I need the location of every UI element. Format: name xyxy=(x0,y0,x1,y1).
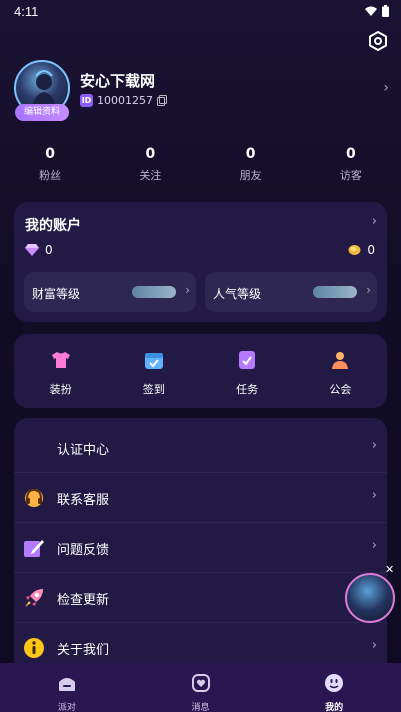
menu-label: 联系客服 xyxy=(57,493,110,508)
quick-label: 公会 xyxy=(329,383,352,396)
stat-value: 0 xyxy=(145,146,156,162)
chevron-right-icon[interactable]: › xyxy=(383,80,389,96)
info-icon xyxy=(24,638,44,658)
quick-label: 装扮 xyxy=(49,383,72,396)
popularity-level-label: 人气等级 xyxy=(213,287,262,301)
quick-item-dressup[interactable]: 装扮 xyxy=(14,334,107,408)
menu-item-feedback[interactable]: 问题反馈 › xyxy=(14,523,387,573)
stat-friends[interactable]: 0 朋友 xyxy=(201,146,301,183)
menu-list: 认证中心 › 联系客服 › 问题反馈 › 检查更新 › xyxy=(14,418,387,678)
menu-label: 问题反馈 xyxy=(57,543,110,558)
copy-icon[interactable] xyxy=(157,95,167,106)
wifi-icon xyxy=(365,6,377,16)
wealth-level-label: 财富等级 xyxy=(32,287,81,301)
tab-party[interactable]: 派对 xyxy=(0,663,134,712)
calendar-icon xyxy=(144,353,163,369)
wealth-level-badge xyxy=(132,286,176,298)
chevron-right-icon[interactable]: › xyxy=(372,214,377,229)
tab-label: 消息 xyxy=(191,703,210,712)
close-icon[interactable]: ✕ xyxy=(385,563,394,576)
diamond-balance: 0 xyxy=(25,243,53,257)
quick-item-tasks[interactable]: 任务 xyxy=(201,334,294,408)
chevron-right-icon: › xyxy=(371,438,377,453)
status-icons xyxy=(365,5,389,17)
user-id-row: ID 10001257 xyxy=(80,94,167,107)
stat-label: 朋友 xyxy=(239,169,262,182)
menu-label: 认证中心 xyxy=(57,443,110,458)
chevron-right-icon: › xyxy=(371,538,377,553)
stat-value: 0 xyxy=(45,146,55,162)
id-badge: ID xyxy=(80,94,93,107)
message-icon xyxy=(191,674,210,692)
chevron-right-icon: › xyxy=(366,283,371,297)
username: 安心下载网 xyxy=(80,72,156,90)
me-icon xyxy=(325,674,344,692)
floating-avatar-button[interactable] xyxy=(345,573,395,623)
coin-balance: 0 xyxy=(348,243,375,257)
task-icon xyxy=(239,351,256,369)
coin-count: 0 xyxy=(367,243,375,257)
tab-me[interactable]: 我的 xyxy=(267,663,401,712)
quick-label: 签到 xyxy=(142,383,165,396)
menu-label: 关于我们 xyxy=(57,643,110,658)
menu-item-check-update[interactable]: 检查更新 › xyxy=(14,573,387,623)
quick-actions: 装扮 签到 任务 公会 xyxy=(14,334,387,408)
bottom-tab-bar: 派对 消息 我的 xyxy=(0,663,401,712)
stat-label: 访客 xyxy=(339,169,362,182)
battery-icon xyxy=(382,5,389,17)
guild-icon xyxy=(332,352,349,369)
tab-messages[interactable]: 消息 xyxy=(134,663,268,712)
account-card[interactable]: 我的账户 › 0 0 财富等级 › 人气等级 › xyxy=(14,202,387,322)
edit-profile-button[interactable]: 编辑资料 xyxy=(15,104,69,121)
quick-item-guild[interactable]: 公会 xyxy=(294,334,387,408)
profile-header[interactable]: 编辑资料 安心下载网 ID 10001257 › xyxy=(14,60,389,121)
diamond-count: 0 xyxy=(45,243,53,257)
menu-item-customer-service[interactable]: 联系客服 › xyxy=(14,473,387,523)
chevron-right-icon: › xyxy=(371,488,377,503)
account-title: 我的账户 xyxy=(25,218,81,234)
diamond-icon xyxy=(25,244,39,256)
chevron-right-icon: › xyxy=(185,283,190,297)
party-icon xyxy=(58,678,75,691)
wealth-level-button[interactable]: 财富等级 › xyxy=(24,272,196,312)
stats-row: 0 粉丝 0 关注 0 朋友 0 访客 xyxy=(0,146,401,183)
popularity-level-badge xyxy=(313,286,357,298)
stat-label: 关注 xyxy=(139,169,162,182)
chevron-right-icon: › xyxy=(371,638,377,653)
user-id: 10001257 xyxy=(97,94,153,107)
shirt-icon xyxy=(51,352,70,368)
tab-label: 我的 xyxy=(325,703,344,712)
status-time: 4:11 xyxy=(14,4,39,19)
headset-icon xyxy=(25,488,43,507)
coin-icon xyxy=(348,245,361,255)
stat-following[interactable]: 0 关注 xyxy=(100,146,200,183)
stat-value: 0 xyxy=(245,146,256,162)
settings-icon[interactable] xyxy=(367,30,389,52)
stat-visitors[interactable]: 0 访客 xyxy=(301,146,401,183)
quick-label: 任务 xyxy=(236,383,259,396)
status-bar: 4:11 xyxy=(0,0,401,24)
menu-item-verification[interactable]: 认证中心 › xyxy=(14,423,387,473)
menu-label: 检查更新 xyxy=(57,593,110,608)
rocket-icon xyxy=(25,589,43,607)
stat-value: 0 xyxy=(346,146,356,162)
stat-label: 粉丝 xyxy=(39,169,62,182)
feedback-icon xyxy=(24,540,44,557)
stat-fans[interactable]: 0 粉丝 xyxy=(0,146,100,183)
quick-item-checkin[interactable]: 签到 xyxy=(107,334,200,408)
popularity-level-button[interactable]: 人气等级 › xyxy=(205,272,377,312)
tab-label: 派对 xyxy=(57,703,76,712)
